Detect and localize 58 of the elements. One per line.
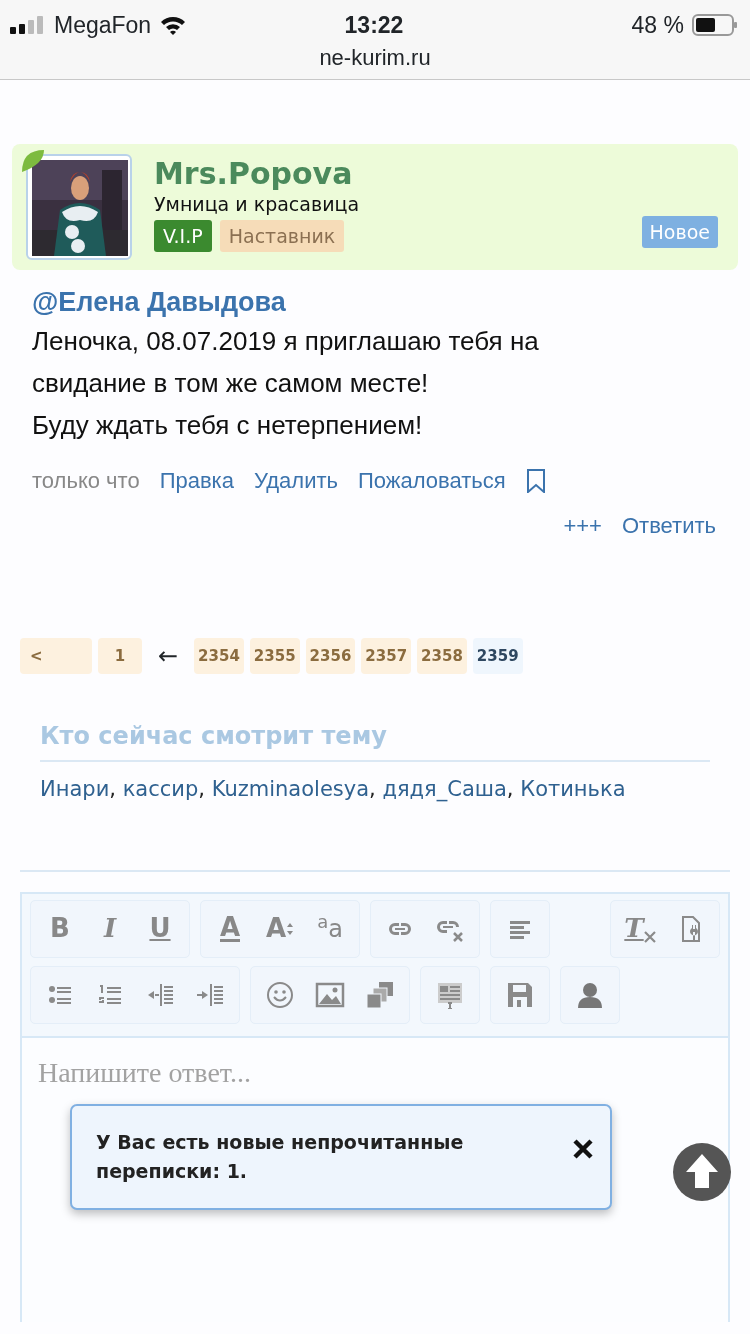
carrier-name: MegaFon [54,11,152,40]
viewer-link[interactable]: кассир [122,777,199,801]
new-badge: Новое [641,216,718,248]
text-color-button[interactable]: A [205,902,255,955]
user-mention[interactable]: @Елена Давыдова [32,284,718,320]
page-link[interactable]: 2354 [194,638,244,674]
notification-text: У Вас есть новые непрочитанные переписки: 1. [96,1129,465,1184]
vip-badge: V.I.P [154,220,212,252]
arrow-separator: ← [158,641,179,672]
scroll-top-button[interactable] [672,1141,732,1202]
battery-percent: 48 % [631,11,684,40]
viewer-link[interactable]: Инари [40,777,110,801]
tiny-arrows-icon [286,921,295,936]
emoji-icon [265,979,295,1010]
comma: , [109,777,116,801]
reply-link[interactable]: Ответить [621,509,716,542]
edit-link[interactable]: Правка [159,464,234,497]
comma: , [369,777,376,801]
user-title: Умница и красавица [154,192,360,216]
report-link[interactable]: Пожаловаться [357,464,506,497]
bookmark-icon[interactable] [525,468,546,493]
page-link[interactable]: < [20,638,92,674]
post-time: только что [32,467,140,495]
delete-link[interactable]: Удалить [253,464,338,497]
underline-button[interactable]: U [135,902,185,955]
page-link[interactable]: 2356 [305,638,356,674]
clock: 13:22 [344,11,404,40]
viewer-link[interactable]: дядя_Саша [382,777,507,801]
clear-format-button[interactable]: T [615,902,665,955]
reaction-link[interactable]: +++ [563,509,602,542]
comma: , [506,777,514,801]
comma: , [198,777,205,801]
signal-icon [10,16,46,35]
corner-leaf-icon [22,150,44,172]
close-icon [572,1138,594,1160]
message-line: Буду ждать тебя с нетерпением! [32,409,424,442]
wifi-icon [159,15,188,36]
page-link[interactable]: 2358 [417,638,467,674]
italic-button[interactable]: I [85,902,135,955]
section-heading: Кто сейчас смотрит тему [40,718,710,762]
font-size-button[interactable]: A [255,902,305,955]
rank-badge: Наставник [219,220,345,252]
letter-size-button[interactable]: $^{a}$a [305,902,355,955]
viewer-link[interactable]: Kuzminaolesya [211,777,370,801]
page-link[interactable]: 1 [98,638,142,674]
author-name[interactable]: Mrs.Popova [154,156,360,192]
page-link[interactable]: 2357 [361,638,412,674]
reply-field[interactable]: Напишите ответ... [22,1037,728,1100]
bold-button[interactable]: B [35,902,85,955]
remove-mark-icon [643,930,656,943]
page-link[interactable]: 2355 [249,638,300,674]
message-line: Леночка, 08.07.2019 я приглашаю тебя на [32,325,540,358]
battery-icon [692,14,738,37]
message-line: свидание в том же самом месте! [32,367,430,400]
viewer-link[interactable]: Котинька [520,777,626,801]
page-link[interactable]: 2359 [472,638,523,674]
page-address: ne-kurim.ru [318,43,432,72]
gallery-icon [365,979,395,1010]
